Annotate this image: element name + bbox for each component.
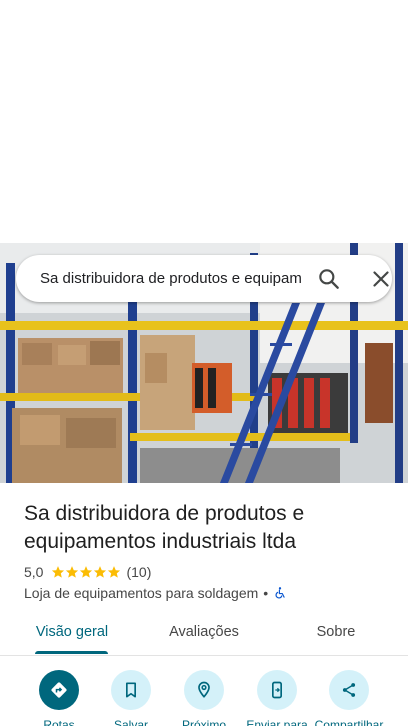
nearby-icon — [198, 681, 210, 698]
star-icon — [80, 566, 93, 578]
directions-button[interactable]: Rotas — [22, 666, 96, 726]
category-label: Loja de equipamentos para soldagem — [24, 585, 259, 601]
search-icon[interactable] — [316, 266, 342, 292]
rating-value: 5,0 — [24, 564, 44, 580]
share-icon — [342, 683, 356, 697]
star-icon — [52, 566, 65, 578]
share-button[interactable]: Compartilhar — [312, 666, 386, 726]
star-icon — [66, 566, 79, 578]
send-to-phone-button[interactable]: Enviar para — [240, 666, 314, 726]
send-to-phone-icon — [272, 681, 282, 699]
nearby-button[interactable]: Próximo — [167, 666, 241, 726]
save-button[interactable]: Salvar — [94, 666, 168, 726]
share-label: Compartilhar — [314, 718, 384, 726]
send-to-phone-label: Enviar para — [246, 718, 308, 726]
rating-row[interactable]: 5,0 (10) — [24, 563, 151, 581]
tab-overview[interactable]: Visão geral — [24, 612, 120, 654]
tab-reviews[interactable]: Avaliações — [152, 612, 256, 654]
tab-bar: Visão geral Avaliações Sobre — [0, 612, 408, 656]
star-rating — [51, 565, 121, 579]
save-label: Salvar — [113, 718, 148, 726]
review-count: (10) — [126, 564, 152, 580]
directions-label: Rotas — [43, 718, 75, 726]
separator-dot: • — [263, 585, 269, 601]
search-input[interactable]: Sa distribuidora de produtos e equipamen… — [40, 255, 302, 302]
active-tab-indicator — [35, 651, 108, 654]
action-bar: Rotas Salvar Próximo Enviar para Compart… — [0, 666, 408, 726]
wheelchair-icon — [275, 587, 285, 599]
category-row: Loja de equipamentos para soldagem • — [24, 584, 287, 602]
star-icon — [108, 566, 121, 578]
directions-icon — [51, 682, 67, 698]
search-bar[interactable]: Sa distribuidora de produtos e equipamen… — [16, 255, 392, 302]
nearby-label: Próximo — [181, 718, 226, 726]
place-title: Sa distribuidora de produtos e equipamen… — [24, 502, 305, 553]
star-icon — [94, 566, 107, 578]
bookmark-icon — [126, 682, 136, 698]
tab-about[interactable]: Sobre — [300, 612, 372, 654]
close-icon[interactable] — [368, 266, 394, 292]
